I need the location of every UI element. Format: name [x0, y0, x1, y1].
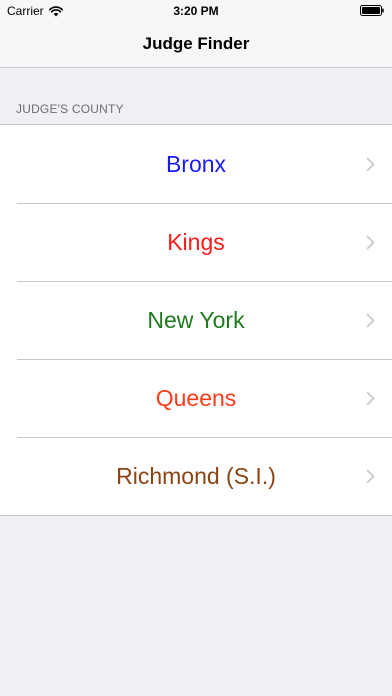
battery-icon — [360, 5, 384, 16]
chevron-right-icon — [366, 469, 375, 484]
county-label: Richmond (S.I.) — [116, 463, 276, 489]
page-title: Judge Finder — [142, 34, 250, 53]
county-label: Queens — [155, 385, 237, 411]
status-time: 3:20 PM — [173, 4, 219, 18]
top-bar: Carrier 3:20 PM Judge Finder — [0, 0, 392, 68]
chevron-right-icon — [366, 157, 375, 172]
chevron-right-icon — [366, 313, 375, 328]
county-row-queens[interactable]: Queens — [0, 359, 392, 437]
county-label: New York — [147, 307, 245, 333]
status-bar: Carrier 3:20 PM — [0, 0, 392, 22]
chevron-right-icon — [366, 391, 375, 406]
county-table: Bronx Kings New York Queens Richmond (S.… — [0, 124, 392, 516]
county-row-new-york[interactable]: New York — [0, 281, 392, 359]
county-row-richmond[interactable]: Richmond (S.I.) — [0, 437, 392, 515]
county-label: Bronx — [165, 151, 227, 177]
county-label: Kings — [167, 229, 225, 255]
section-header: JUDGE'S COUNTY — [16, 102, 124, 116]
county-row-kings[interactable]: Kings — [0, 203, 392, 281]
app-screen: Carrier 3:20 PM Judge Finder JUDGE'S COU… — [0, 0, 392, 696]
county-row-bronx[interactable]: Bronx — [0, 125, 392, 203]
chevron-right-icon — [366, 235, 375, 250]
